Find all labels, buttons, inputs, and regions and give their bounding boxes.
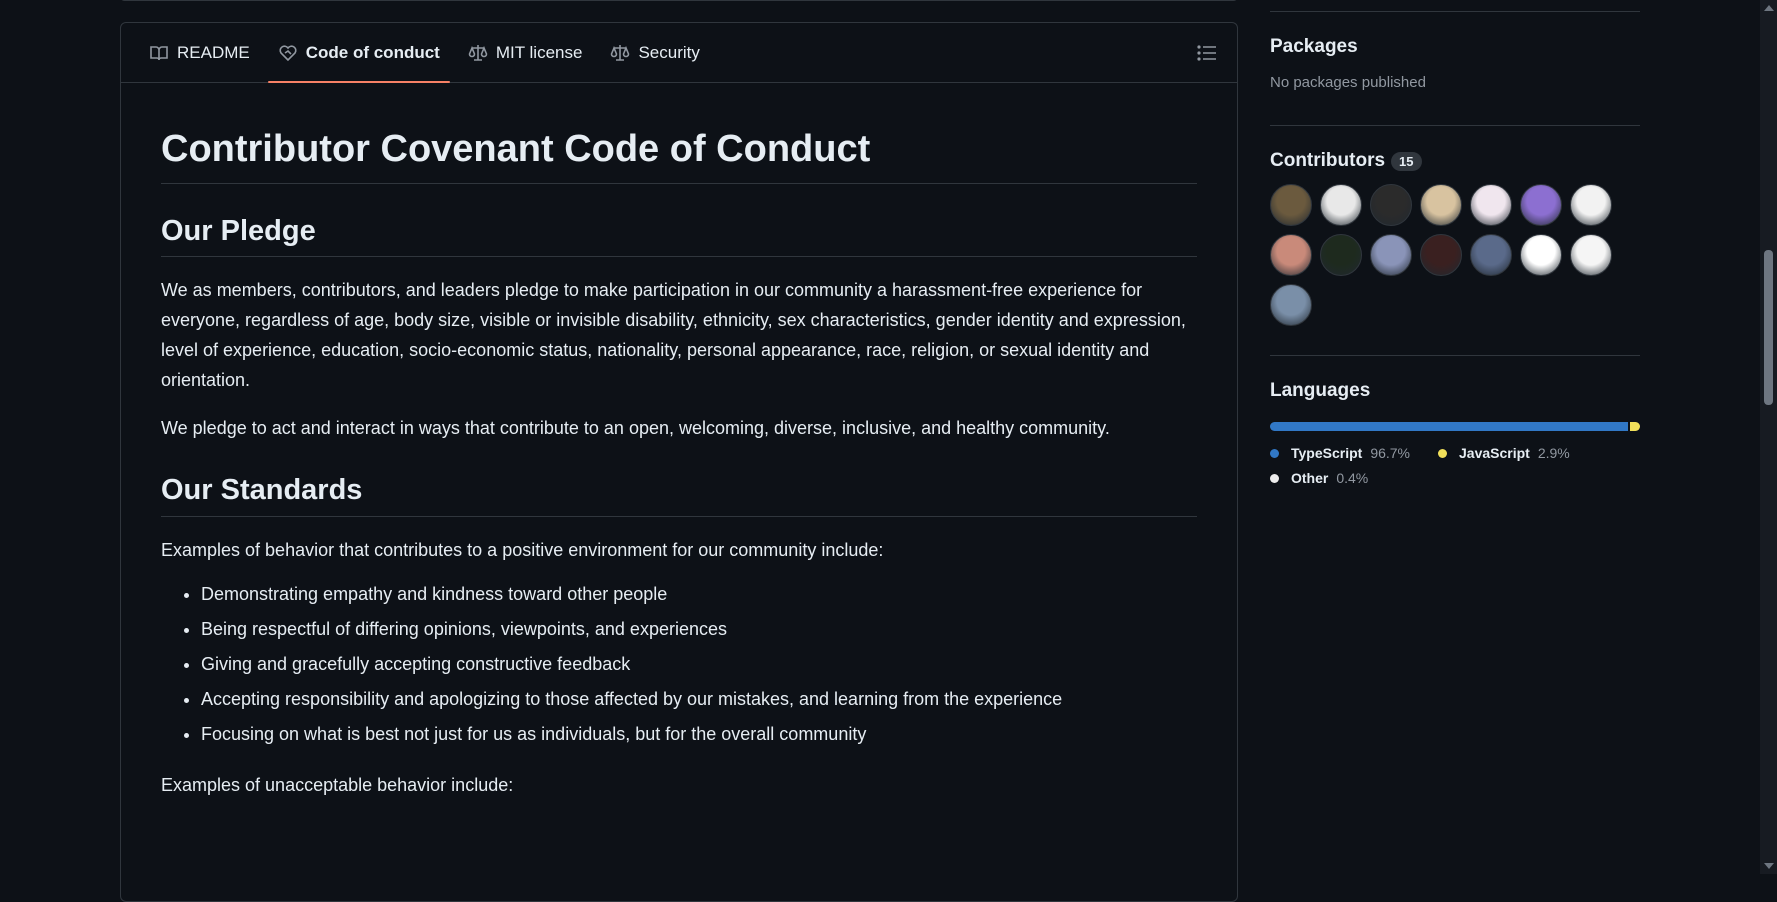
language-percent: 0.4% <box>1336 470 1369 486</box>
avatar[interactable] <box>1420 234 1462 276</box>
law-icon <box>468 44 488 61</box>
avatar[interactable] <box>1370 184 1412 226</box>
language-percent: 96.7% <box>1370 445 1411 461</box>
tab-mit-license[interactable]: MIT license <box>458 23 593 82</box>
divider <box>1270 355 1640 356</box>
list-item: Accepting responsibility and apologizing… <box>201 682 1197 717</box>
packages-section: Packages No packages published <box>1270 36 1426 91</box>
tab-readme-label: README <box>177 42 250 62</box>
avatar[interactable] <box>1320 184 1362 226</box>
packages-title[interactable]: Packages <box>1270 36 1426 58</box>
avatar[interactable] <box>1520 184 1562 226</box>
contributors-section: Contributors 15 <box>1270 150 1612 326</box>
contributors-count-badge: 15 <box>1391 152 1422 172</box>
list-item: Demonstrating empathy and kindness towar… <box>201 577 1197 612</box>
pledge-paragraph-2: We pledge to act and interact in ways th… <box>161 418 1110 439</box>
language-percent: 2.9% <box>1537 445 1570 461</box>
avatar[interactable] <box>1570 234 1612 276</box>
divider <box>1270 125 1640 126</box>
page-title: Contributor Covenant Code of Conduct <box>161 127 1197 184</box>
scroll-up-arrow-icon[interactable] <box>1764 5 1774 11</box>
unacceptable-intro: Examples of unacceptable behavior includ… <box>161 775 514 796</box>
avatar[interactable] <box>1270 234 1312 276</box>
language-name: JavaScript <box>1459 445 1530 461</box>
previous-box-edge <box>120 0 1238 1</box>
tab-security-label: Security <box>638 42 700 62</box>
standards-heading: Our Standards <box>161 473 1197 518</box>
language-color-dot <box>1438 448 1448 458</box>
readme-panel: README Code of conduct MIT license Secur… <box>120 22 1238 902</box>
avatar[interactable] <box>1270 184 1312 226</box>
list-item: Being respectful of differing opinions, … <box>201 612 1197 647</box>
languages-title: Languages <box>1270 380 1371 401</box>
pledge-paragraph-1: We as members, contributors, and leaders… <box>161 280 1186 391</box>
contributors-title[interactable]: Contributors <box>1270 150 1385 171</box>
tab-readme[interactable]: README <box>139 23 260 82</box>
readme-article: Contributor Covenant Code of Conduct Our… <box>121 127 1237 800</box>
contributors-header: Contributors 15 <box>1270 150 1612 172</box>
language-javascript[interactable]: JavaScript 2.9% <box>1438 445 1570 461</box>
avatar[interactable] <box>1570 184 1612 226</box>
scroll-down-arrow-icon[interactable] <box>1764 863 1774 869</box>
divider <box>1270 11 1640 12</box>
pledge-heading: Our Pledge <box>161 214 1197 258</box>
list-unordered-icon <box>1197 45 1216 61</box>
tab-code-of-conduct-label: Code of conduct <box>305 42 440 62</box>
language-other: Other 0.4% <box>1270 470 1368 486</box>
standards-list: Demonstrating empathy and kindness towar… <box>161 577 1197 752</box>
list-item: Focusing on what is best not just for us… <box>201 717 1197 752</box>
languages-legend: TypeScript 96.7% JavaScript 2.9% Other 0… <box>1270 445 1640 486</box>
scroll-thumb[interactable] <box>1764 250 1773 405</box>
avatar[interactable] <box>1520 234 1562 276</box>
tab-security[interactable]: Security <box>600 23 709 82</box>
avatar[interactable] <box>1420 184 1462 226</box>
page-scrollbar[interactable] <box>1760 0 1777 874</box>
language-bar-segment[interactable] <box>1629 422 1640 431</box>
language-color-dot <box>1270 473 1279 483</box>
outline-button[interactable] <box>1195 41 1219 65</box>
language-name: Other <box>1291 470 1329 486</box>
list-item: Giving and gracefully accepting construc… <box>201 647 1197 682</box>
standards-intro: Examples of behavior that contributes to… <box>161 540 884 561</box>
contributors-avatars <box>1270 184 1612 326</box>
law-icon <box>611 44 630 61</box>
avatar[interactable] <box>1470 184 1512 226</box>
code-of-conduct-icon <box>279 44 297 61</box>
language-name: TypeScript <box>1291 445 1363 461</box>
repo-sidebar: Packages No packages published Contribut… <box>1270 0 1640 874</box>
avatar[interactable] <box>1370 234 1412 276</box>
language-typescript[interactable]: TypeScript 96.7% <box>1270 445 1410 461</box>
language-color-dot <box>1270 448 1279 458</box>
language-bar-segment[interactable] <box>1270 422 1628 431</box>
avatar[interactable] <box>1270 284 1312 326</box>
languages-section: Languages TypeScript 96.7% JavaScript 2.… <box>1270 380 1640 495</box>
tab-mit-license-label: MIT license <box>495 42 583 62</box>
avatar[interactable] <box>1320 234 1362 276</box>
readme-tabbar: README Code of conduct MIT license Secur… <box>121 23 1237 83</box>
languages-bar <box>1270 422 1640 431</box>
packages-empty-text: No packages published <box>1270 74 1426 91</box>
avatar[interactable] <box>1470 234 1512 276</box>
tab-code-of-conduct[interactable]: Code of conduct <box>267 23 450 83</box>
book-icon <box>150 45 168 60</box>
